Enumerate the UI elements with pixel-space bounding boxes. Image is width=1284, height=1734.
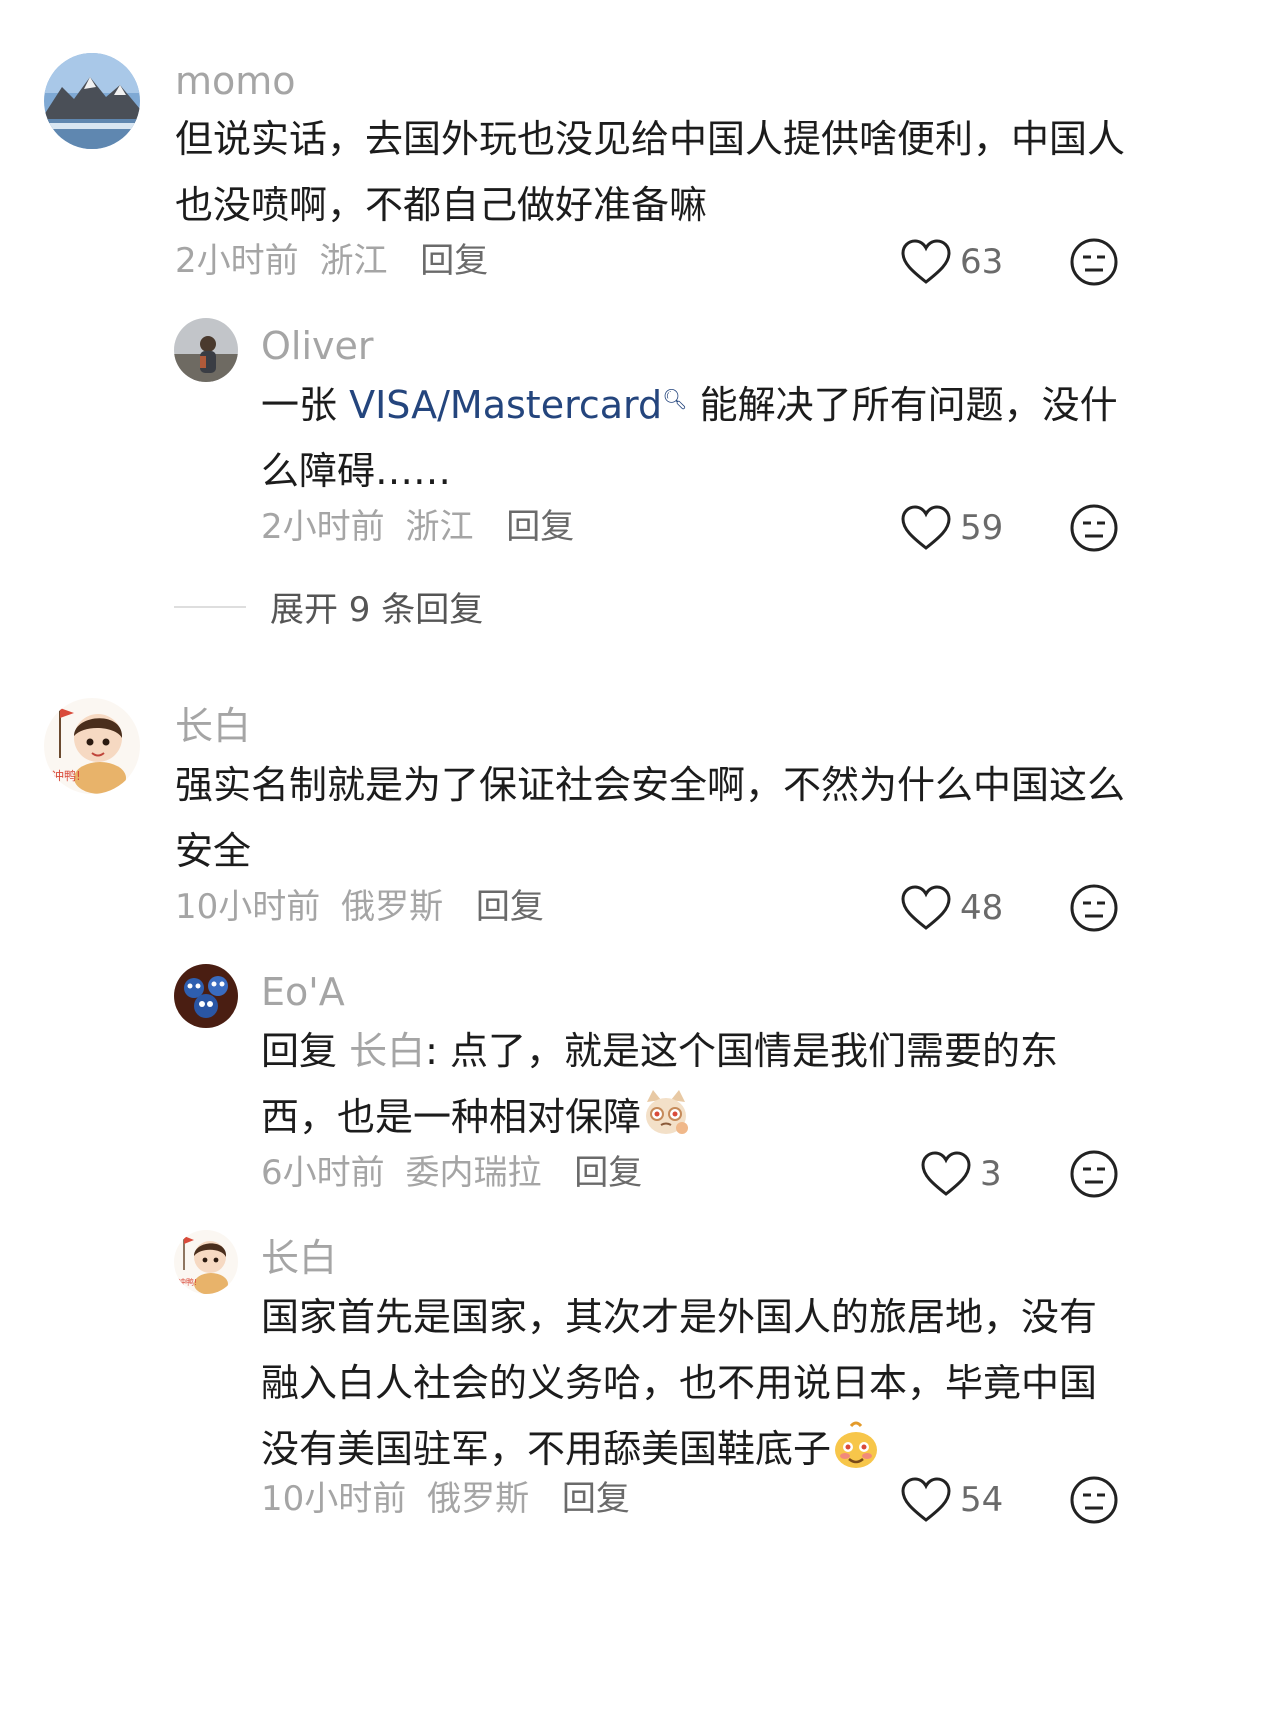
smirk-emoji xyxy=(831,1420,881,1470)
like-count: 48 xyxy=(960,888,1004,928)
meh-face-icon xyxy=(1070,238,1118,286)
reply-text: 回复 长白: 点了，就是这个国情是我们需要的东西，也是一种相对保障 xyxy=(261,1018,1061,1150)
search-icon: 🔍︎ xyxy=(662,387,688,411)
dislike-button[interactable] xyxy=(1068,236,1120,288)
divider xyxy=(174,605,246,608)
like-button[interactable]: 48 xyxy=(900,884,1003,932)
reply-button[interactable]: 回复 xyxy=(506,507,574,547)
comment-text: 但说实话，去国外玩也没见给中国人提供啥便利，中国人也没喷啊，不都自己做好准备嘛 xyxy=(175,117,1126,227)
username[interactable]: Eo'A xyxy=(261,973,345,1011)
comment-location: 俄罗斯 xyxy=(427,1479,530,1519)
avatar[interactable] xyxy=(174,318,238,382)
like-button[interactable]: 54 xyxy=(900,1476,1003,1524)
avatar[interactable]: 冲鸭! xyxy=(44,698,140,794)
meh-face-icon xyxy=(1070,1150,1118,1198)
like-count: 63 xyxy=(960,242,1004,282)
expand-replies-label: 展开 9 条回复 xyxy=(270,590,484,630)
reply-body: 国家首先是国家，其次才是外国人的旅居地，没有融入白人社会的义务哈，也不用说日本，… xyxy=(261,1295,1098,1471)
reply-button[interactable]: 回复 xyxy=(562,1479,630,1519)
search-link[interactable]: VISA/Mastercard🔍︎ xyxy=(349,383,687,427)
like-count: 59 xyxy=(960,508,1004,548)
search-link-label: VISA/Mastercard xyxy=(349,383,663,427)
heart-icon xyxy=(921,1151,971,1196)
dislike-button[interactable] xyxy=(1068,1148,1120,1200)
reply-button[interactable]: 回复 xyxy=(476,887,544,927)
reply-text: 国家首先是国家，其次才是外国人的旅居地，没有融入白人社会的义务哈，也不用说日本，… xyxy=(261,1284,1111,1482)
comment-location: 委内瑞拉 xyxy=(405,1153,542,1193)
dislike-button[interactable] xyxy=(1068,502,1120,554)
reply-text-before: 一张 xyxy=(261,383,350,427)
reply-button[interactable]: 回复 xyxy=(420,241,488,281)
meh-face-icon xyxy=(1070,504,1118,552)
comment-meta: 2小时前 浙江 回复 xyxy=(261,510,574,544)
like-button[interactable]: 59 xyxy=(900,504,1003,552)
username[interactable]: 长白 xyxy=(175,707,251,745)
expand-replies-button[interactable]: 展开 9 条回复 xyxy=(174,582,483,631)
comment-meta: 10小时前 俄罗斯 回复 xyxy=(175,890,544,924)
avatar[interactable] xyxy=(174,964,238,1028)
mention-link[interactable]: 长白 xyxy=(349,1029,425,1073)
comment-time: 10小时前 xyxy=(175,887,321,927)
username[interactable]: 长白 xyxy=(261,1239,337,1277)
avatar[interactable] xyxy=(44,53,140,149)
comment-time: 2小时前 xyxy=(175,241,299,281)
meh-face-icon xyxy=(1070,1476,1118,1524)
heart-icon xyxy=(901,1477,951,1522)
dislike-button[interactable] xyxy=(1068,1474,1120,1526)
comment-location: 浙江 xyxy=(319,241,388,281)
heart-icon xyxy=(901,505,951,550)
username[interactable]: Oliver xyxy=(261,327,374,365)
comment-time: 10小时前 xyxy=(261,1479,407,1519)
comment-location: 俄罗斯 xyxy=(341,887,444,927)
like-button[interactable]: 3 xyxy=(920,1150,1002,1198)
reply-text: 一张 VISA/Mastercard🔍︎ 能解决了所有问题，没什么障碍…… xyxy=(261,372,1121,504)
dislike-button[interactable] xyxy=(1068,882,1120,934)
reply-button[interactable]: 回复 xyxy=(574,1153,642,1193)
comment-location: 浙江 xyxy=(405,507,474,547)
like-button[interactable]: 63 xyxy=(900,238,1003,286)
comment-meta: 10小时前 俄罗斯 回复 xyxy=(261,1482,630,1516)
avatar[interactable]: 冲鸭! xyxy=(174,1230,238,1294)
like-count: 3 xyxy=(980,1154,1002,1194)
heart-icon xyxy=(901,239,951,284)
comment-meta: 2小时前 浙江 回复 xyxy=(175,244,488,278)
username[interactable]: momo xyxy=(175,62,296,100)
svg-text:冲鸭!: 冲鸭! xyxy=(52,768,81,783)
comment-text: 强实名制就是为了保证社会安全啊，不然为什么中国这么安全 xyxy=(175,763,1126,873)
like-count: 54 xyxy=(960,1480,1004,1520)
meh-face-icon xyxy=(1070,884,1118,932)
svg-text:冲鸭!: 冲鸭! xyxy=(178,1277,197,1287)
comment-time: 6小时前 xyxy=(261,1153,385,1193)
comment-time: 2小时前 xyxy=(261,507,385,547)
comment-meta: 6小时前 委内瑞拉 回复 xyxy=(261,1156,642,1190)
reply-prefix: 回复 xyxy=(261,1029,350,1073)
heart-icon xyxy=(901,885,951,930)
cat-emoji xyxy=(641,1088,691,1138)
